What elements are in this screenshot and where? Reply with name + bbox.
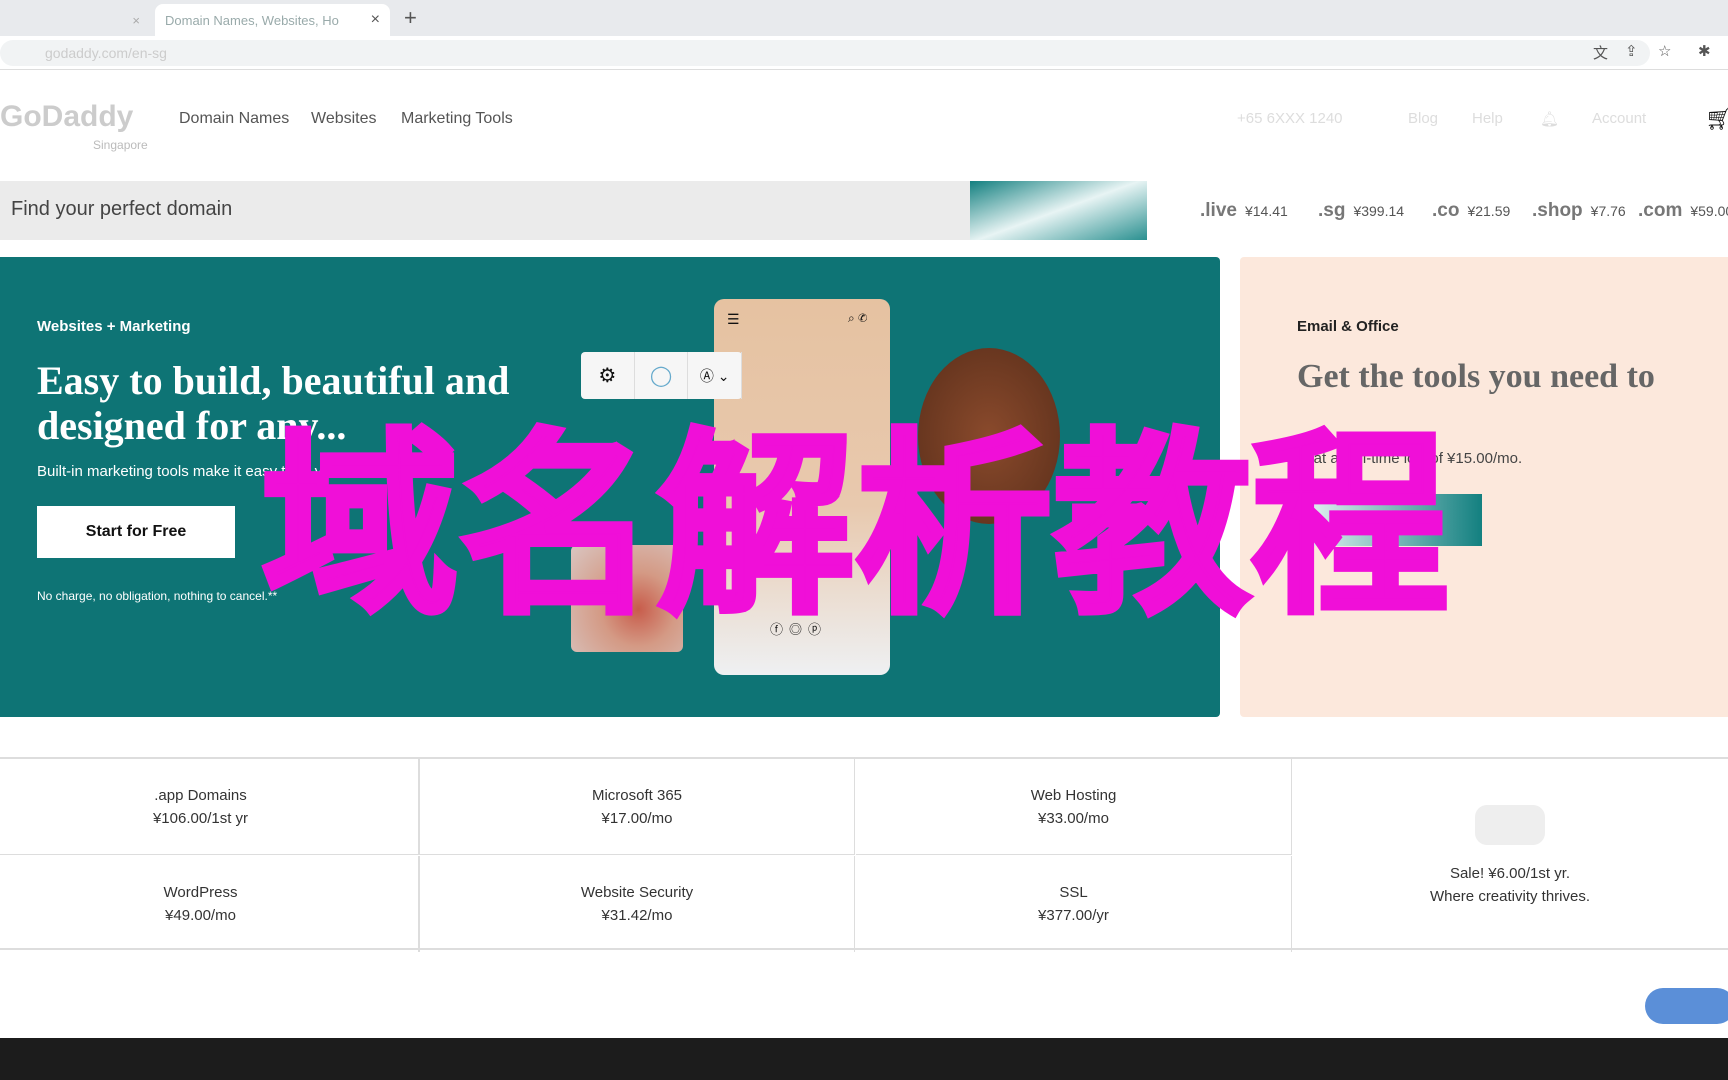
chat-button[interactable] [1645, 988, 1728, 1024]
overlay-caption: 域名解析教程 [259, 414, 1451, 639]
help-link[interactable]: Help [1472, 110, 1503, 127]
tld-price: ¥59.00 [1690, 203, 1728, 219]
tld-sg[interactable]: .sg ¥399.14 [1318, 200, 1404, 222]
search-icon: ⌕ ✆ [848, 311, 868, 325]
product-price: ¥49.00/mo [165, 907, 236, 924]
product-price: ¥377.00/yr [1038, 907, 1109, 924]
phone-dropdown[interactable]: +65 6XXX 1240 [1237, 110, 1343, 127]
new-tab-button[interactable]: + [404, 5, 417, 31]
bell-icon[interactable]: 🔔︎ [1540, 110, 1559, 128]
tld-price: ¥14.41 [1244, 203, 1288, 219]
share-icon[interactable]: ⇪ [1625, 42, 1638, 60]
domain-search-input[interactable]: Find your perfect domain [0, 181, 970, 240]
tld-name: .live [1200, 200, 1237, 221]
nav-websites[interactable]: Websites [311, 110, 377, 128]
email-eyebrow: Email & Office [1297, 318, 1399, 335]
product-name: WordPress [163, 884, 238, 901]
star-icon[interactable]: ☆ [1658, 42, 1671, 60]
tld-price: ¥7.76 [1590, 203, 1626, 219]
product-name: Website Security [580, 884, 694, 901]
account-menu[interactable]: Account [1592, 110, 1646, 127]
browser-tab-active[interactable]: Domain Names, Websites, Ho × [155, 4, 390, 36]
start-for-free-button[interactable]: Start for Free [37, 506, 235, 558]
tld-name: .co [1432, 200, 1460, 221]
promo-line2: Where creativity thrives. [1429, 887, 1591, 905]
hero-eyebrow: Websites + Marketing [37, 318, 191, 335]
tab-title: Domain Names, Websites, Ho [165, 12, 339, 28]
tld-name: .com [1638, 200, 1683, 221]
windows-taskbar [0, 1038, 1728, 1080]
tld-co[interactable]: .co ¥21.59 [1432, 200, 1510, 222]
product-website-security[interactable]: Website Security ¥31.42/mo [419, 856, 855, 952]
url-field[interactable]: godaddy.com/en-sg [0, 40, 1650, 66]
product-name: .app Domains [154, 786, 247, 804]
tld-price: ¥399.14 [1353, 203, 1405, 219]
nav-domain-names[interactable]: Domain Names [179, 110, 289, 128]
close-icon[interactable]: × [132, 13, 140, 28]
promo-line1: Sale! ¥6.00/1st yr. [1449, 864, 1571, 882]
promo-logo [1475, 804, 1545, 845]
product-price: ¥33.00/mo [1038, 809, 1109, 827]
translate-icon[interactable]: 文 [1593, 42, 1608, 63]
blog-link[interactable]: Blog [1408, 110, 1438, 127]
product-microsoft-365[interactable]: Microsoft 365 ¥17.00/mo [419, 759, 855, 855]
browser-tab-bar: × Domain Names, Websites, Ho × + [0, 0, 1728, 36]
search-button[interactable] [970, 181, 1147, 240]
product-ssl[interactable]: SSL ¥377.00/yr [856, 856, 1292, 952]
address-bar-row: godaddy.com/en-sg [0, 36, 1728, 70]
tld-shop[interactable]: .shop ¥7.76 [1532, 200, 1626, 222]
logo[interactable]: GoDaddy [0, 100, 133, 134]
product-price: ¥17.00/mo [601, 809, 673, 827]
product-app-domains[interactable]: .app Domains ¥106.00/1st yr [0, 759, 419, 855]
tld-name: .sg [1318, 200, 1346, 221]
cart-icon[interactable]: 🛒︎ [1705, 106, 1728, 132]
product-name: SSL [1059, 884, 1088, 901]
product-wordpress[interactable]: WordPress ¥49.00/mo [0, 856, 419, 952]
product-name: Web Hosting [1030, 786, 1117, 804]
product-price: ¥106.00/1st yr [152, 809, 249, 827]
product-web-hosting[interactable]: Web Hosting ¥33.00/mo [856, 759, 1292, 855]
promo-tile[interactable]: Sale! ¥6.00/1st yr. Where creativity thr… [1292, 759, 1728, 950]
product-price: ¥31.42/mo [601, 907, 673, 924]
tld-live[interactable]: .live ¥14.41 [1200, 200, 1288, 222]
menu-icon: ☰ [727, 311, 740, 327]
tld-name: .shop [1532, 200, 1583, 221]
tld-price: ¥21.59 [1467, 203, 1511, 219]
nav-marketing-tools[interactable]: Marketing Tools [401, 110, 513, 128]
product-grid: .app Domains ¥106.00/1st yr Microsoft 365… [0, 757, 1728, 952]
extensions-icon[interactable]: ✱ [1698, 42, 1711, 60]
tld-com[interactable]: .com ¥59.00 [1638, 200, 1728, 222]
region-label: Singapore [93, 138, 148, 152]
product-name: Microsoft 365 [591, 786, 683, 804]
close-icon[interactable]: × [371, 11, 380, 29]
browser-tab[interactable]: × [0, 4, 150, 36]
hero-note: No charge, no obligation, nothing to can… [37, 589, 278, 603]
